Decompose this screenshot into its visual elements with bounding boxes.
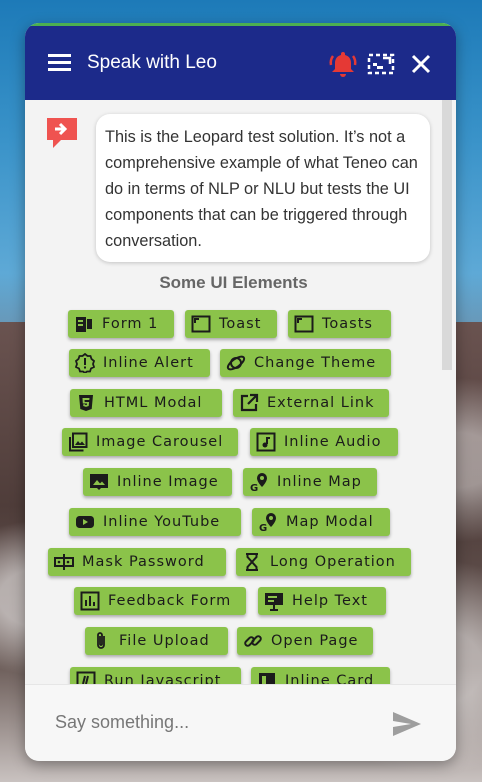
button-label: Toasts: [322, 316, 373, 332]
svg-text:G: G: [250, 483, 259, 492]
change-theme-button[interactable]: Change Theme: [220, 349, 391, 377]
resize-icon: [367, 53, 395, 75]
carousel-icon: [69, 432, 88, 452]
html5-icon: [79, 395, 93, 411]
attachment-icon: [97, 632, 105, 649]
inline-audio-button[interactable]: Inline Audio: [250, 428, 398, 456]
notification-bell-button[interactable]: [328, 48, 358, 78]
button-label: Inline Alert: [103, 355, 194, 371]
button-label: Change Theme: [254, 355, 377, 371]
youtube-icon: [76, 516, 94, 528]
close-icon: [411, 54, 431, 74]
button-label: Mask Password: [82, 554, 205, 570]
toast-icon: [191, 315, 211, 333]
menu-button[interactable]: [47, 50, 73, 76]
button-label: Form 1: [102, 316, 159, 332]
feedback-icon: [80, 591, 100, 611]
button-label: Open Page: [271, 633, 359, 649]
send-button[interactable]: [391, 708, 423, 740]
message-input[interactable]: [53, 711, 377, 734]
button-label: Image Carousel: [96, 434, 224, 450]
mask-password-button[interactable]: Mask Password: [48, 548, 226, 576]
send-icon: [393, 712, 421, 736]
feedback-form-button[interactable]: Feedback Form: [74, 587, 246, 615]
form-1-button[interactable]: Form 1: [68, 310, 174, 338]
message-list[interactable]: This is the Leopard test solution. It’s …: [25, 100, 456, 685]
hamburger-menu-icon: [48, 54, 71, 71]
chat-title: Speak with Leo: [87, 52, 217, 73]
svg-text:G: G: [259, 523, 268, 532]
button-label: File Upload: [119, 633, 210, 649]
map-modal-button[interactable]: G Map Modal: [252, 508, 390, 536]
map-modal-icon: G: [259, 513, 276, 532]
button-label: Inline YouTube: [103, 514, 221, 530]
map-icon: G: [250, 473, 267, 492]
button-label: Help Text: [292, 593, 368, 609]
image-icon: [90, 474, 108, 490]
external-link-icon: [240, 393, 259, 412]
input-bar: [25, 684, 456, 761]
audio-icon: [256, 432, 276, 452]
external-link-button[interactable]: External Link: [233, 389, 389, 417]
chat-header: Speak with Leo: [25, 26, 456, 100]
inline-youtube-button[interactable]: Inline YouTube: [69, 508, 241, 536]
chat-widget: Speak with Leo This is the Leopard test …: [25, 23, 456, 761]
button-label: External Link: [267, 395, 375, 411]
html-modal-button[interactable]: HTML Modal: [70, 389, 222, 417]
alert-icon: [75, 353, 95, 373]
button-label: Feedback Form: [108, 593, 232, 609]
toasts-button[interactable]: Toasts: [288, 310, 391, 338]
javascript-icon: [76, 671, 96, 685]
inline-image-button[interactable]: Inline Image: [83, 468, 232, 496]
close-button[interactable]: [406, 49, 436, 79]
button-label: Toast: [219, 316, 262, 332]
bell-ringing-icon: [329, 52, 357, 77]
long-operation-button[interactable]: Long Operation: [236, 548, 411, 576]
link-icon: [244, 635, 262, 647]
toasts-icon: [294, 315, 314, 333]
button-label: Long Operation: [270, 554, 396, 570]
file-upload-button[interactable]: File Upload: [85, 627, 228, 655]
password-icon: [54, 554, 74, 570]
inline-alert-button[interactable]: Inline Alert: [69, 349, 210, 377]
ui-elements-title: Some UI Elements: [159, 273, 308, 292]
inline-map-button[interactable]: G Inline Map: [243, 468, 377, 496]
form-icon: [76, 317, 92, 332]
scrollbar[interactable]: [442, 100, 452, 370]
bot-message-bubble: This is the Leopard test solution. It’s …: [96, 114, 430, 262]
theme-icon: [226, 355, 246, 371]
button-label: Inline Audio: [284, 434, 382, 450]
help-text-button[interactable]: Help Text: [258, 587, 386, 615]
button-label: Inline Map: [277, 474, 362, 490]
hourglass-icon: [246, 553, 258, 571]
help-text-icon: [265, 593, 283, 611]
button-label: Inline Image: [117, 474, 219, 490]
toast-button[interactable]: Toast: [185, 310, 277, 338]
button-label: HTML Modal: [104, 395, 203, 411]
inline-card-button[interactable]: Inline Card: [251, 667, 390, 685]
resize-button[interactable]: [366, 49, 396, 79]
card-icon: [259, 673, 275, 685]
run-javascript-button[interactable]: Run Javascript: [70, 667, 241, 685]
button-label: Map Modal: [286, 514, 374, 530]
open-page-button[interactable]: Open Page: [237, 627, 373, 655]
bot-avatar-icon: [47, 118, 77, 148]
image-carousel-button[interactable]: Image Carousel: [62, 428, 238, 456]
